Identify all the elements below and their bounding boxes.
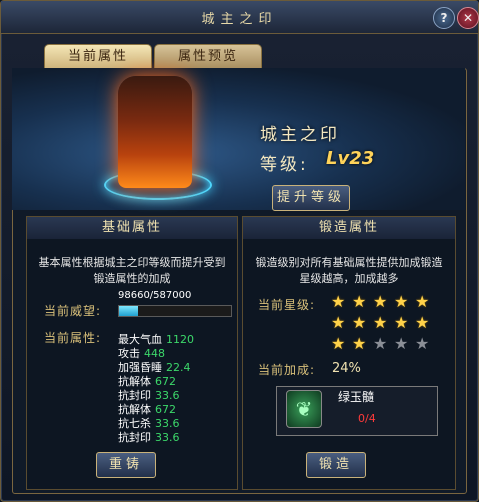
attribute-name: 抗七杀 (118, 417, 151, 430)
prestige-label: 当前威望: (44, 304, 102, 318)
material-name: 绿玉髓 (338, 390, 375, 404)
attribute-name: 加强昏睡 (118, 361, 162, 374)
bonus-label: 当前加成: (258, 363, 316, 377)
prestige-progress-fill (119, 306, 138, 316)
attribute-value: 33.6 (155, 417, 180, 430)
current-attributes-label: 当前属性: (44, 331, 102, 345)
title-bar: 城主之印 ? ✕ (1, 1, 479, 34)
seal-name: 城主之印 (260, 125, 340, 145)
tab-attribute-preview[interactable]: 属性预览 (154, 44, 262, 69)
recast-button[interactable]: 重铸 (96, 452, 156, 478)
basic-attributes-description: 基本属性根据城主之印等级而提升受到锻造属性的加成 (38, 256, 226, 285)
attribute-name: 抗封印 (118, 389, 151, 402)
close-icon[interactable]: ✕ (457, 7, 479, 29)
prestige-value: 98660/587000 (118, 290, 192, 301)
attribute-row: 攻击 448 (118, 347, 165, 361)
tab-current-attributes[interactable]: 当前属性 (44, 44, 152, 69)
material-count: 0/4 (358, 412, 376, 425)
star-level-label: 当前星级: (258, 298, 316, 312)
star-filled-icon: ★ (331, 292, 346, 311)
attribute-name: 攻击 (118, 347, 140, 360)
attribute-value: 672 (155, 375, 176, 388)
attribute-value: 33.6 (155, 431, 180, 444)
forge-attributes-panel: 锻造属性 锻造级别对所有基础属性提供加成锻造星级越高，加成越多 (242, 216, 456, 490)
attribute-value: 672 (155, 403, 176, 416)
attribute-row: 抗封印 33.6 (118, 431, 180, 445)
star-empty-icon: ★ (373, 334, 388, 353)
attribute-row: 抗七杀 33.6 (118, 417, 180, 431)
attribute-name: 抗解体 (118, 375, 151, 388)
seal-showcase (12, 68, 465, 210)
attribute-name: 抗解体 (118, 403, 151, 416)
green-jade-icon[interactable]: ❦ (286, 390, 322, 428)
star-filled-icon: ★ (415, 313, 430, 332)
star-filled-icon: ★ (394, 313, 409, 332)
bonus-value: 24% (332, 361, 361, 376)
attribute-row: 最大气血 1120 (118, 333, 194, 347)
attribute-name: 最大气血 (118, 333, 162, 346)
star-empty-icon: ★ (394, 334, 409, 353)
star-filled-icon: ★ (331, 313, 346, 332)
attribute-value: 33.6 (155, 389, 180, 402)
star-filled-icon: ★ (373, 313, 388, 332)
star-filled-icon: ★ (331, 334, 346, 353)
star-filled-icon: ★ (352, 313, 367, 332)
star-filled-icon: ★ (394, 292, 409, 311)
star-filled-icon: ★ (352, 292, 367, 311)
attribute-value: 22.4 (166, 361, 191, 374)
star-filled-icon: ★ (373, 292, 388, 311)
attribute-value: 448 (144, 347, 165, 360)
upgrade-level-button[interactable]: 提升等级 (272, 185, 350, 211)
attribute-row: 抗封印 33.6 (118, 389, 180, 403)
level-value: Lv23 (326, 148, 375, 169)
help-icon[interactable]: ? (433, 7, 455, 29)
forge-button[interactable]: 锻造 (306, 452, 366, 478)
attribute-row: 加强昏睡 22.4 (118, 361, 191, 375)
prestige-progress-bar (118, 305, 232, 317)
seal-statue-image (118, 76, 192, 188)
attribute-name: 抗封印 (118, 431, 151, 444)
star-empty-icon: ★ (415, 334, 430, 353)
star-filled-icon: ★ (415, 292, 430, 311)
basic-attributes-header: 基础属性 (27, 217, 237, 239)
star-filled-icon: ★ (352, 334, 367, 353)
window-title: 城主之印 (201, 12, 278, 27)
attribute-value: 1120 (166, 333, 194, 346)
level-label: 等级: (260, 155, 309, 175)
attribute-row: 抗解体 672 (118, 403, 176, 417)
forge-attributes-header: 锻造属性 (243, 217, 455, 239)
forge-attributes-description: 锻造级别对所有基础属性提供加成锻造星级越高，加成越多 (255, 256, 443, 285)
attribute-row: 抗解体 672 (118, 375, 176, 389)
